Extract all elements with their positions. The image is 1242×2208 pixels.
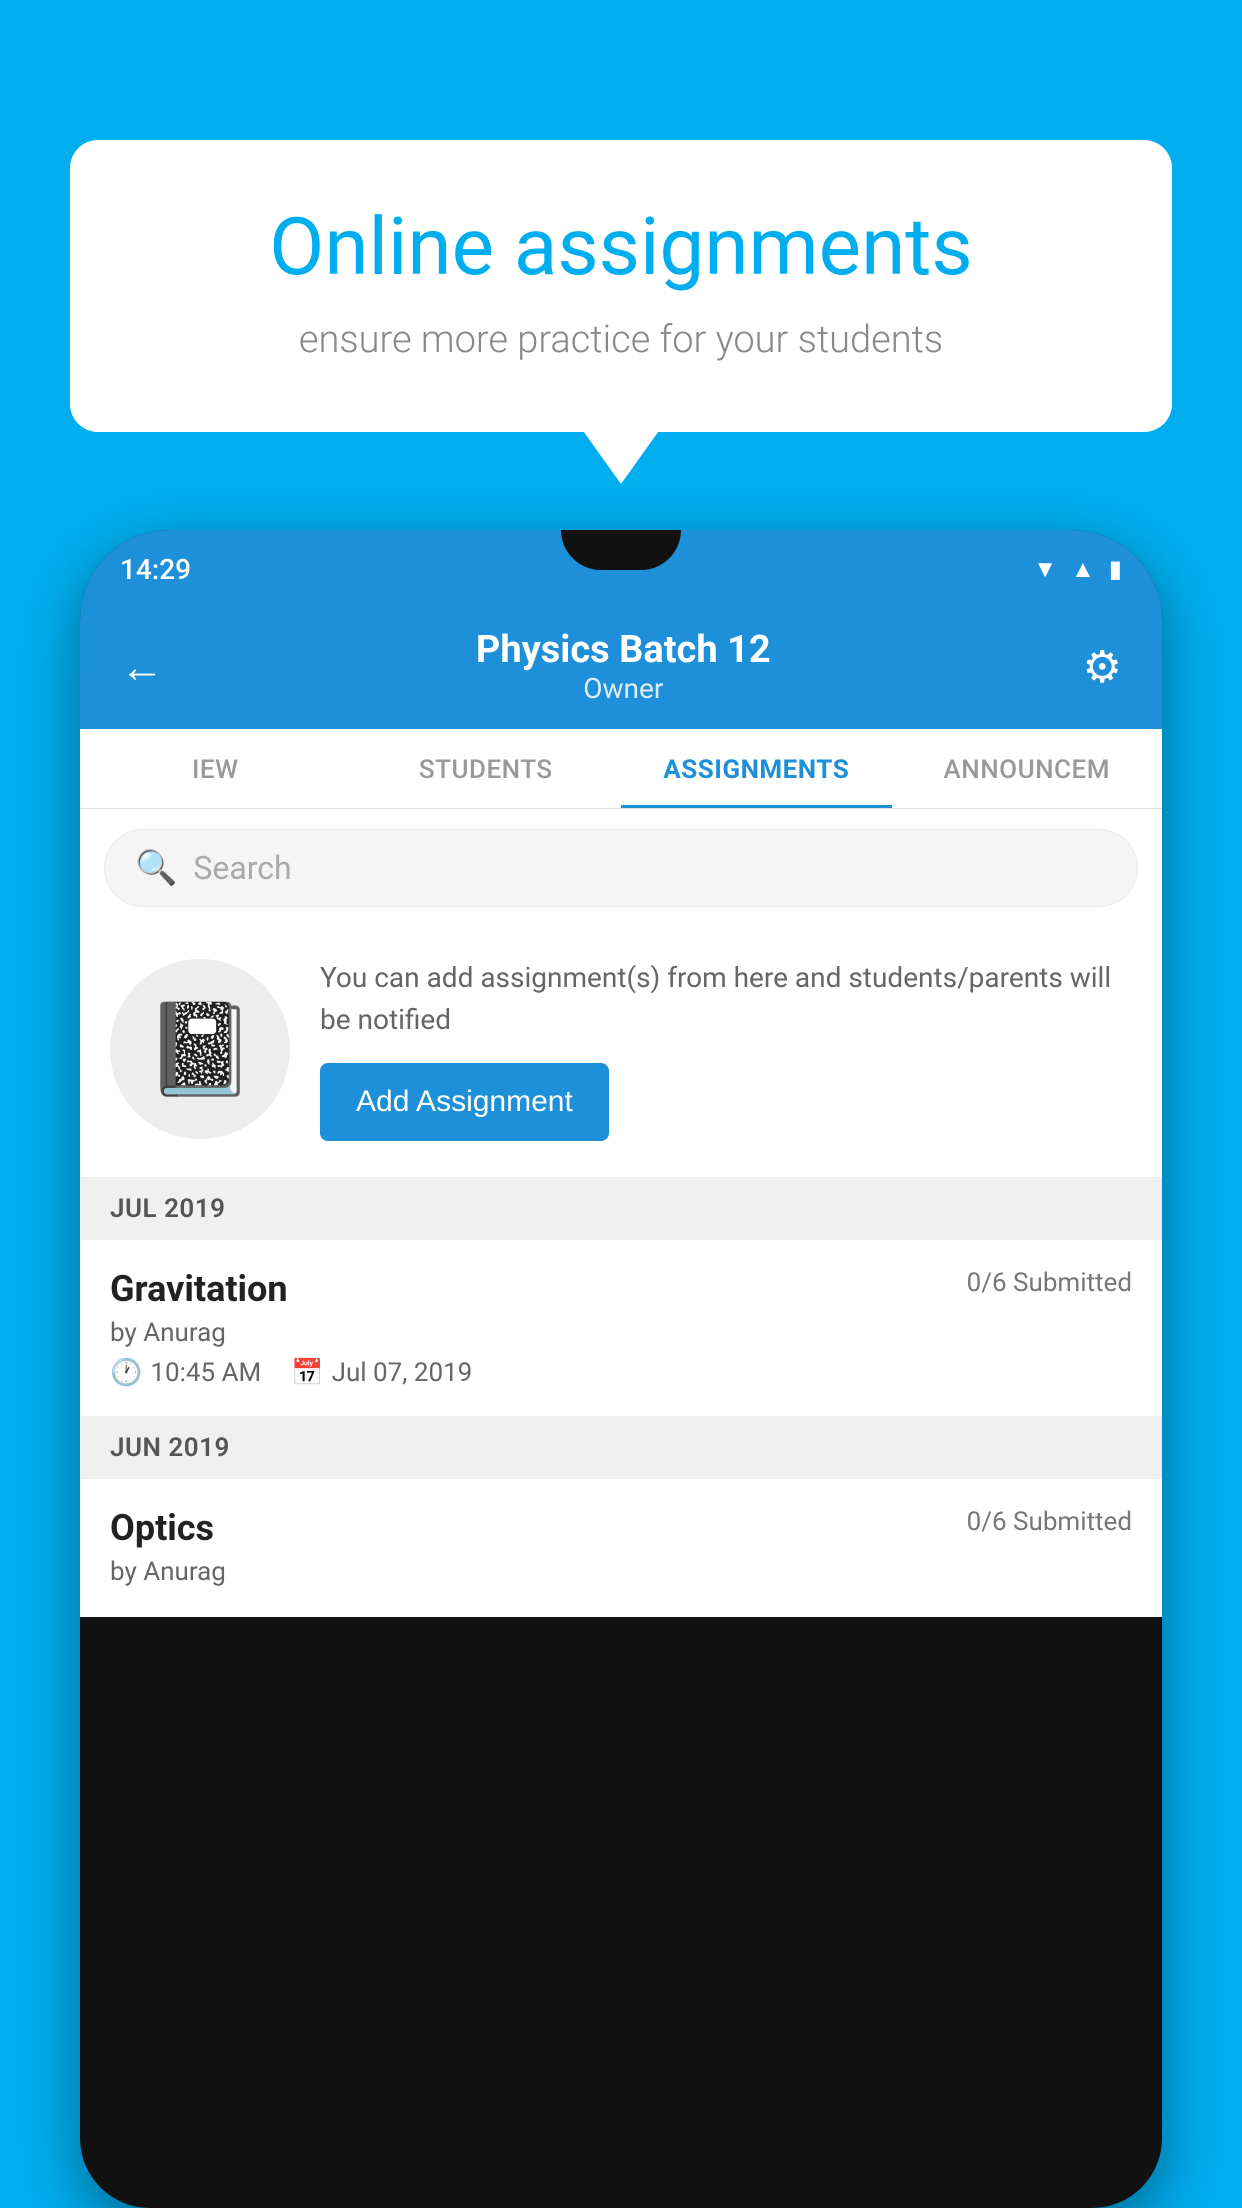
tab-announcements[interactable]: ANNOUNCEM: [892, 729, 1163, 808]
assignment-submitted-optics: 0/6 Submitted: [967, 1507, 1132, 1537]
speech-bubble-container: Online assignments ensure more practice …: [70, 140, 1172, 432]
assignment-title-optics: Optics: [110, 1507, 214, 1549]
search-bar-container: 🔍 Search: [80, 809, 1162, 927]
signal-icon: ▲: [1071, 555, 1095, 584]
back-button[interactable]: ←: [120, 641, 164, 693]
speech-bubble: Online assignments ensure more practice …: [70, 140, 1172, 432]
status-time: 14:29: [120, 553, 191, 586]
clock-icon: 🕐: [110, 1358, 142, 1388]
assignment-date-value: Jul 07, 2019: [332, 1358, 473, 1388]
section-header-jun: JUN 2019: [80, 1417, 1162, 1479]
promo-icon-circle: 📓: [110, 959, 290, 1139]
assignment-item-gravitation[interactable]: Gravitation 0/6 Submitted by Anurag 🕐 10…: [80, 1240, 1162, 1417]
header-title: Physics Batch 12: [476, 628, 771, 672]
calendar-icon: 📅: [291, 1358, 323, 1388]
promo-right: You can add assignment(s) from here and …: [320, 957, 1132, 1141]
assignment-item-top-optics: Optics 0/6 Submitted: [110, 1507, 1132, 1549]
assignment-title-gravitation: Gravitation: [110, 1268, 288, 1310]
tab-iew[interactable]: IEW: [80, 729, 351, 808]
assignment-item-top: Gravitation 0/6 Submitted: [110, 1268, 1132, 1310]
status-bar: 14:29 ▼ ▲ ▮: [80, 530, 1162, 608]
tab-students[interactable]: STUDENTS: [351, 729, 622, 808]
add-assignment-promo: 📓 You can add assignment(s) from here an…: [80, 927, 1162, 1178]
speech-bubble-title: Online assignments: [140, 200, 1102, 294]
add-assignment-button[interactable]: Add Assignment: [320, 1063, 609, 1141]
section-header-jul: JUL 2019: [80, 1178, 1162, 1240]
notebook-icon: 📓: [144, 997, 256, 1102]
phone-content: 🔍 Search 📓 You can add assignment(s) fro…: [80, 809, 1162, 1617]
assignment-time-gravitation: 🕐 10:45 AM: [110, 1358, 261, 1388]
status-icons: ▼ ▲ ▮: [1033, 555, 1122, 584]
settings-icon[interactable]: ⚙: [1083, 641, 1122, 693]
wifi-icon: ▼: [1033, 555, 1057, 584]
header-title-block: Physics Batch 12 Owner: [476, 628, 771, 705]
search-placeholder: Search: [193, 849, 291, 887]
promo-description: You can add assignment(s) from here and …: [320, 957, 1132, 1041]
assignment-time-value: 10:45 AM: [150, 1358, 261, 1388]
assignment-author-optics: by Anurag: [110, 1557, 1132, 1587]
search-icon: 🔍: [135, 848, 177, 888]
tab-bar: IEW STUDENTS ASSIGNMENTS ANNOUNCEM: [80, 729, 1162, 809]
assignment-submitted-gravitation: 0/6 Submitted: [967, 1268, 1132, 1298]
assignment-meta-gravitation: 🕐 10:45 AM 📅 Jul 07, 2019: [110, 1358, 1132, 1388]
assignment-author-gravitation: by Anurag: [110, 1318, 1132, 1348]
search-bar[interactable]: 🔍 Search: [104, 829, 1138, 907]
phone-frame: 14:29 ▼ ▲ ▮ ← Physics Batch 12 Owner ⚙ I…: [80, 530, 1162, 2208]
battery-icon: ▮: [1109, 555, 1122, 583]
assignment-item-optics[interactable]: Optics 0/6 Submitted by Anurag: [80, 1479, 1162, 1617]
header-subtitle: Owner: [476, 672, 771, 705]
app-header: ← Physics Batch 12 Owner ⚙: [80, 608, 1162, 729]
phone-notch: [561, 530, 681, 570]
tab-assignments[interactable]: ASSIGNMENTS: [621, 729, 892, 808]
speech-bubble-subtitle: ensure more practice for your students: [140, 318, 1102, 362]
assignment-date-gravitation: 📅 Jul 07, 2019: [291, 1358, 472, 1388]
